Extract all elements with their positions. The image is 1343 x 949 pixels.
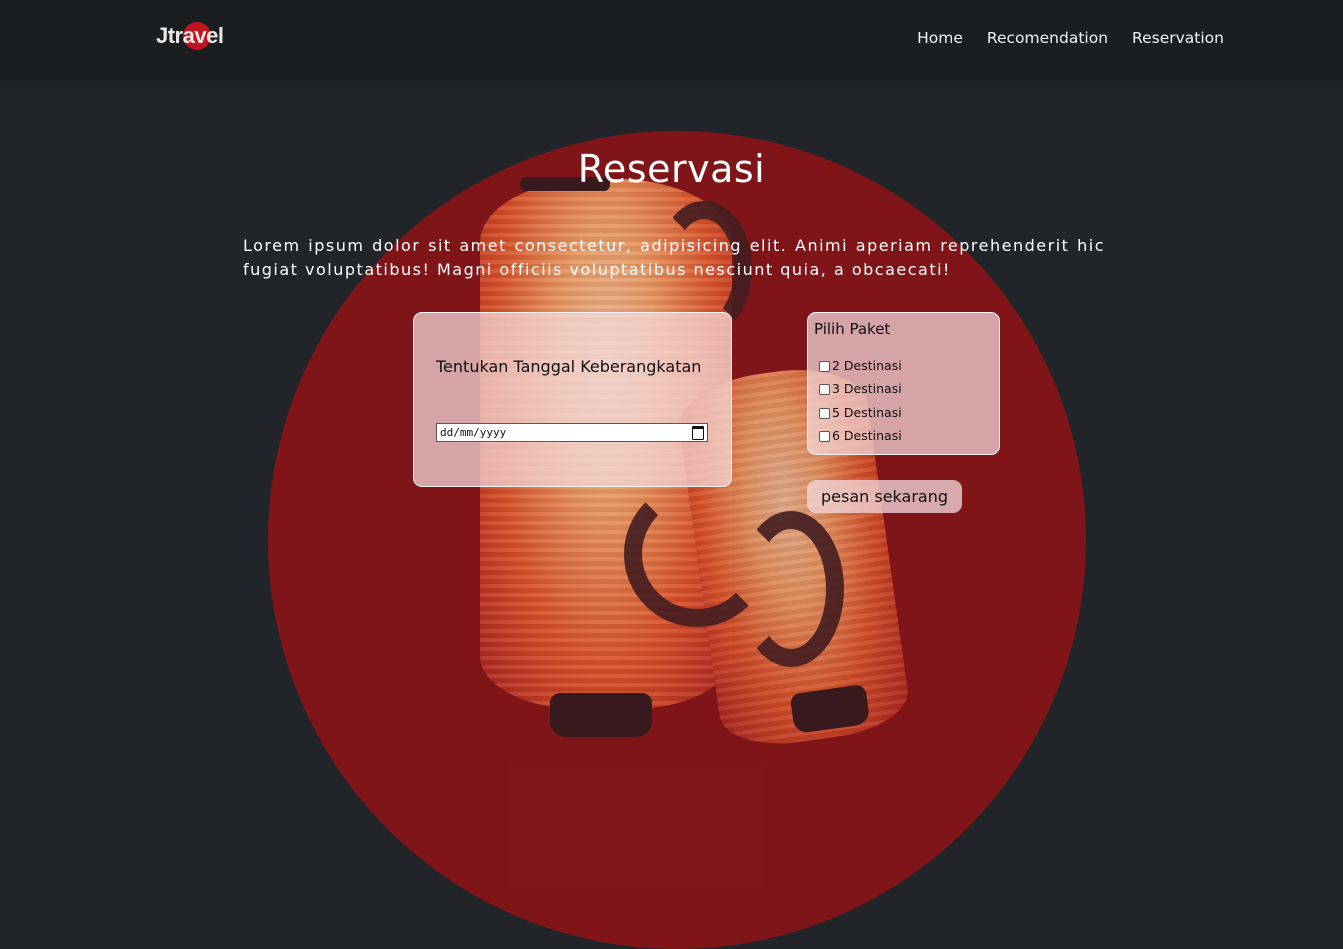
departure-date-label: Tentukan Tanggal Keberangkatan [436,357,702,376]
date-placeholder: dd/mm/yyyy [440,426,507,439]
package-checkbox[interactable] [819,383,830,395]
brand-name: Jtravel [156,23,224,48]
nav-link-reservation[interactable]: Reservation [1132,28,1224,48]
package-option-5[interactable]: 5 Destinasi [819,405,902,421]
package-option-2[interactable]: 2 Destinasi [819,358,902,374]
navbar: Jtravel Home Recomendation Reservation [0,0,1343,79]
page-title: Reservasi [577,147,766,191]
calendar-icon[interactable] [692,425,704,440]
package-option-3[interactable]: 3 Destinasi [819,381,902,397]
package-card: Pilih Paket 2 Destinasi 3 Destinasi 5 De… [807,312,1000,455]
nav-link-recomendation[interactable]: Recomendation [987,28,1108,48]
package-option-label: 3 Destinasi [832,381,902,396]
package-title: Pilih Paket [814,320,891,338]
nav-link-home[interactable]: Home [917,28,963,48]
package-option-label: 2 Destinasi [832,358,902,373]
package-option-label: 6 Destinasi [832,428,902,443]
page-description: Lorem ipsum dolor sit amet consectetur, … [243,236,1105,279]
nav-links: Home Recomendation Reservation [917,28,1224,48]
date-card: Tentukan Tanggal Keberangkatan dd/mm/yyy… [413,312,732,487]
departure-date-input[interactable]: dd/mm/yyyy [436,423,708,442]
book-now-button[interactable]: pesan sekarang [807,480,962,513]
brand-logo[interactable]: Jtravel [156,21,238,53]
package-option-label: 5 Destinasi [832,405,902,420]
package-checkbox[interactable] [819,407,830,419]
package-checkbox[interactable] [819,360,830,372]
package-checkbox[interactable] [819,430,830,442]
package-option-6[interactable]: 6 Destinasi [819,428,902,444]
